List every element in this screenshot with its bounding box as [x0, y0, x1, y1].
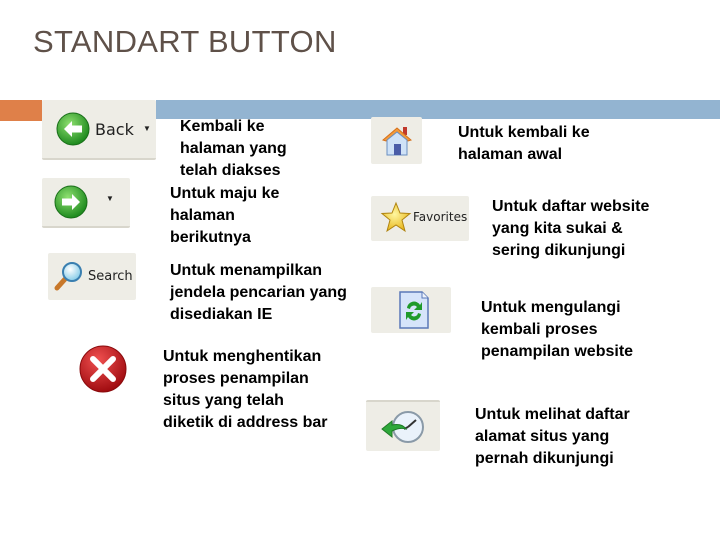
star-icon — [380, 201, 412, 233]
back-description: Kembali ke halaman yang telah diakses — [180, 118, 287, 179]
search-label: Search — [88, 269, 133, 284]
accent-bar-orange — [0, 100, 42, 121]
favorites-label: Favorites — [413, 210, 468, 224]
page-title: STANDART BUTTON — [33, 24, 337, 59]
refresh-icon — [398, 290, 430, 330]
favorites-button[interactable]: Favorites — [371, 196, 469, 241]
stop-description: Untuk menghentikan proses penampilan sit… — [163, 348, 328, 431]
back-label: Back — [95, 120, 134, 139]
history-description: Untuk melihat daftar alamat situs yang p… — [475, 406, 630, 467]
chevron-down-icon: ▼ — [143, 124, 151, 133]
history-button[interactable] — [366, 400, 440, 451]
stop-x-icon — [78, 344, 130, 394]
chevron-down-icon: ▼ — [106, 194, 114, 203]
home-description: Untuk kembali ke halaman awal — [458, 124, 590, 163]
back-button[interactable]: Back ▼ — [42, 100, 156, 160]
home-icon — [380, 125, 414, 157]
back-arrow-icon — [56, 112, 90, 146]
favorites-description: Untuk daftar website yang kita sukai & s… — [492, 198, 650, 259]
magnifier-icon — [53, 260, 83, 292]
forward-button[interactable]: ▼ — [42, 178, 130, 228]
refresh-button[interactable] — [371, 287, 451, 333]
home-button[interactable] — [371, 117, 422, 164]
search-button[interactable]: Search — [48, 253, 136, 300]
forward-description: Untuk maju ke halaman berikutnya — [170, 185, 280, 246]
search-description: Untuk menampilkan jendela pencarian yang… — [170, 262, 347, 323]
forward-arrow-icon — [54, 185, 88, 219]
refresh-description: Untuk mengulangi kembali proses penampil… — [481, 299, 634, 360]
history-icon — [378, 409, 428, 445]
stop-button[interactable] — [78, 344, 130, 396]
